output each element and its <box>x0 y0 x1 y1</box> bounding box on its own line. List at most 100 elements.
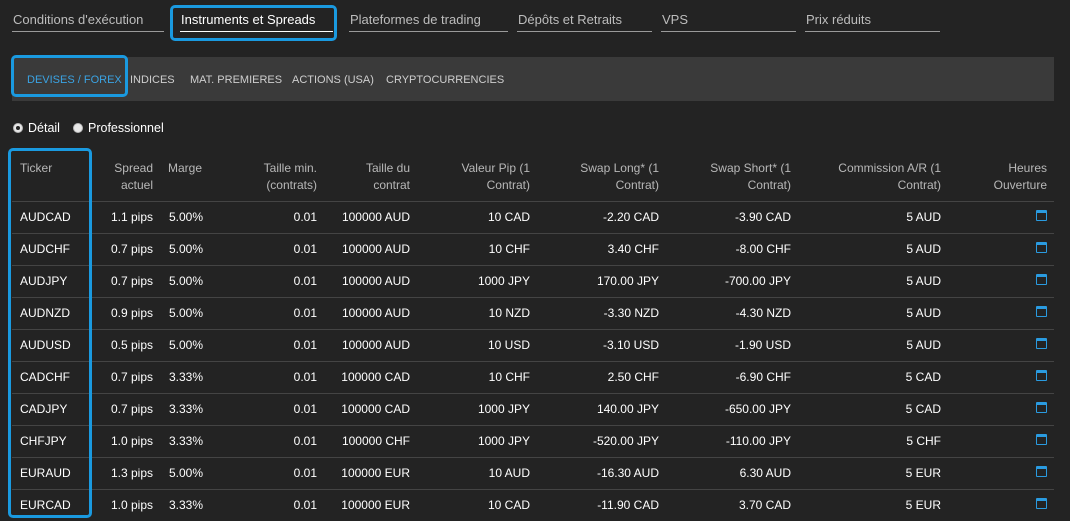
cell-spread: 0.7 pips <box>110 274 153 288</box>
cell-commission: 5 AUD <box>906 274 941 288</box>
cell-taille-contrat: 100000 EUR <box>341 466 410 480</box>
cell-spread: 1.1 pips <box>110 210 153 224</box>
calendar-icon[interactable] <box>1036 338 1047 349</box>
cell-ticker: CADJPY <box>20 402 68 416</box>
col-swap-short: Swap Short* (1 Contrat) <box>710 161 791 192</box>
table-header: Ticker Spread actuel Marge Taille min. (co… <box>12 160 1054 200</box>
subtab-actions-usa[interactable]: ACTIONS (USA) <box>292 74 374 86</box>
tab-vps[interactable]: VPS <box>661 12 796 32</box>
subtab-indices[interactable]: INDICES <box>130 74 175 86</box>
radio-detail[interactable]: Détail <box>13 121 60 135</box>
cell-valeur-pip: 1000 JPY <box>477 434 530 448</box>
cell-valeur-pip: 10 AUD <box>488 466 530 480</box>
cell-swap-long: 2.50 CHF <box>607 370 659 384</box>
subtab-devises-forex[interactable]: DEVISES / FOREX <box>27 74 122 86</box>
cell-commission: 5 EUR <box>905 466 941 480</box>
table-row: AUDCAD 1.1 pips 5.00% 0.01 100000 AUD 10 CAD -… <box>12 201 1054 233</box>
tab-plateformes-trading[interactable]: Plateformes de trading <box>349 12 508 32</box>
table-row: EURAUD 1.3 pips 5.00% 0.01 100000 EUR 10 AUD -… <box>12 457 1054 489</box>
tab-instruments-spreads[interactable]: Instruments et Spreads <box>180 12 333 32</box>
cell-valeur-pip: 1000 JPY <box>477 274 530 288</box>
subtab-mat-premieres[interactable]: MAT. PREMIERES <box>190 74 282 86</box>
cell-commission: 5 AUD <box>906 338 941 352</box>
calendar-icon[interactable] <box>1036 370 1047 381</box>
calendar-icon[interactable] <box>1036 402 1047 413</box>
cell-taille-min: 0.01 <box>293 434 317 448</box>
radio-label: Professionnel <box>88 121 164 135</box>
cell-taille-contrat: 100000 AUD <box>341 274 410 288</box>
cell-swap-long: -3.30 NZD <box>603 306 659 320</box>
table-row: AUDNZD 0.9 pips 5.00% 0.01 100000 AUD 10 NZD -… <box>12 297 1054 329</box>
table-row: CADCHF 0.7 pips 3.33% 0.01 100000 CAD 10 CHF 2… <box>12 361 1054 393</box>
cell-taille-contrat: 100000 AUD <box>341 242 410 256</box>
cell-swap-short: -1.90 USD <box>734 338 791 352</box>
cell-ticker: AUDCHF <box>20 242 70 256</box>
cell-taille-contrat: 100000 CAD <box>341 402 410 416</box>
cell-ticker: EURCAD <box>20 498 71 512</box>
cell-taille-min: 0.01 <box>293 370 317 384</box>
cell-swap-long: 3.40 CHF <box>607 242 659 256</box>
cell-commission: 5 AUD <box>906 306 941 320</box>
col-heures-ouverture: Heures Ouverture <box>993 161 1047 192</box>
cell-spread: 0.7 pips <box>110 402 153 416</box>
cell-taille-contrat: 100000 EUR <box>341 498 410 512</box>
col-taille-contrat: Taille du contrat <box>365 161 410 192</box>
cell-swap-long: -16.30 AUD <box>596 466 659 480</box>
cell-swap-long: 170.00 JPY <box>596 274 659 288</box>
calendar-icon[interactable] <box>1036 498 1047 509</box>
cell-taille-contrat: 100000 CHF <box>341 434 410 448</box>
cell-ticker: AUDCAD <box>20 210 71 224</box>
cell-marge: 5.00% <box>169 274 204 288</box>
calendar-icon[interactable] <box>1036 306 1047 317</box>
table-row: EURCAD 1.0 pips 3.33% 0.01 100000 EUR 10 CAD -… <box>12 489 1054 521</box>
calendar-icon[interactable] <box>1036 274 1047 285</box>
cell-valeur-pip: 10 CAD <box>487 498 530 512</box>
table-row: CHFJPY 1.0 pips 3.33% 0.01 100000 CHF 1000 JP… <box>12 425 1054 457</box>
cell-marge: 5.00% <box>169 466 204 480</box>
cell-swap-long: 140.00 JPY <box>596 402 659 416</box>
table-row: AUDJPY 0.7 pips 5.00% 0.01 100000 AUD 1000 JP… <box>12 265 1054 297</box>
tab-prix-reduits[interactable]: Prix réduits <box>805 12 940 32</box>
calendar-icon[interactable] <box>1036 434 1047 445</box>
cell-swap-long: -520.00 JPY <box>592 434 659 448</box>
cell-commission: 5 EUR <box>905 498 941 512</box>
cell-ticker: AUDNZD <box>20 306 70 320</box>
cell-swap-short: -700.00 JPY <box>724 274 791 288</box>
cell-ticker: CHFJPY <box>20 434 67 448</box>
cell-spread: 0.9 pips <box>110 306 153 320</box>
cell-taille-min: 0.01 <box>293 306 317 320</box>
table-row: AUDUSD 0.5 pips 5.00% 0.01 100000 AUD 10 USD -… <box>12 329 1054 361</box>
cell-spread: 0.7 pips <box>110 242 153 256</box>
cell-swap-long: -3.10 USD <box>602 338 659 352</box>
cell-ticker: AUDUSD <box>20 338 71 352</box>
cell-valeur-pip: 10 CHF <box>488 370 530 384</box>
cell-spread: 1.0 pips <box>110 498 153 512</box>
cell-marge: 3.33% <box>169 498 204 512</box>
cell-swap-short: -6.90 CHF <box>735 370 791 384</box>
cell-swap-short: -650.00 JPY <box>724 402 791 416</box>
cell-taille-min: 0.01 <box>293 402 317 416</box>
cell-commission: 5 CHF <box>906 434 941 448</box>
cell-taille-min: 0.01 <box>293 466 317 480</box>
subtab-cryptocurrencies[interactable]: CRYPTOCURRENCIES <box>386 74 504 86</box>
cell-ticker: EURAUD <box>20 466 71 480</box>
tab-depots-retraits[interactable]: Dépôts et Retraits <box>517 12 652 32</box>
calendar-icon[interactable] <box>1036 210 1047 221</box>
cell-swap-short: -4.30 NZD <box>735 306 791 320</box>
cell-valeur-pip: 10 USD <box>487 338 530 352</box>
cell-spread: 0.5 pips <box>110 338 153 352</box>
calendar-icon[interactable] <box>1036 242 1047 253</box>
cell-taille-contrat: 100000 CAD <box>341 370 410 384</box>
col-commission: Commission A/R (1 Contrat) <box>838 161 941 192</box>
cell-commission: 5 CAD <box>905 402 941 416</box>
cell-valeur-pip: 10 NZD <box>488 306 530 320</box>
cell-swap-long: -2.20 CAD <box>602 210 659 224</box>
cell-ticker: AUDJPY <box>20 274 68 288</box>
tab-conditions-execution[interactable]: Conditions d'exécution <box>12 12 164 32</box>
radio-professionnel[interactable]: Professionnel <box>73 121 164 135</box>
cell-taille-min: 0.01 <box>293 210 317 224</box>
cell-swap-short: -110.00 JPY <box>725 434 791 448</box>
table-row: CADJPY 0.7 pips 3.33% 0.01 100000 CAD 1000 JP… <box>12 393 1054 425</box>
cell-commission: 5 AUD <box>906 242 941 256</box>
calendar-icon[interactable] <box>1036 466 1047 477</box>
